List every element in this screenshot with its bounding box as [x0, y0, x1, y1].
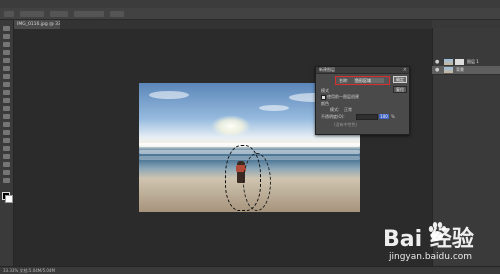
option-control[interactable] — [50, 10, 68, 17]
path-select-tool-icon[interactable] — [3, 154, 10, 159]
type-tool-icon[interactable] — [3, 146, 10, 151]
brush-tool-icon[interactable] — [3, 82, 10, 87]
cloud — [149, 91, 189, 99]
neutral-color-label: (没有中性色) — [334, 122, 358, 127]
selection-marquee[interactable] — [243, 153, 271, 211]
opacity-input[interactable]: 100 — [379, 114, 389, 119]
background-color-swatch[interactable] — [5, 195, 13, 203]
healing-tool-icon[interactable] — [3, 74, 10, 79]
hand-tool-icon[interactable] — [3, 170, 10, 175]
watermark-url: jingyan.baidu.com — [389, 252, 473, 262]
checkbox-label: 使用前一图层创建 — [327, 94, 359, 99]
quick-select-tool-icon[interactable] — [3, 50, 10, 55]
eye-icon[interactable]: ● — [435, 59, 439, 65]
document-tab[interactable]: IMG_0116.jpg @ 33.3%(RGB/8) — [14, 20, 60, 29]
dialog-titlebar[interactable]: 新建图层 × — [316, 67, 409, 74]
mode-label: 模式: — [330, 107, 340, 112]
layer-row[interactable]: ● 背景 — [432, 66, 500, 75]
opacity-label: 不透明度(O): — [321, 114, 345, 119]
close-icon[interactable]: × — [403, 67, 407, 73]
marquee-tool-icon[interactable] — [3, 34, 10, 39]
mode-select[interactable]: 正常 — [344, 107, 352, 113]
paw-logo-icon — [428, 222, 447, 241]
name-field-highlight: 名称: 鱼形区域 — [335, 76, 390, 85]
new-layer-dialog: 新建图层 × 名称: 鱼形区域 确定 复位 模式 使用前一图层创建 颜色 模式:… — [315, 66, 410, 135]
section-label: 颜色 — [321, 101, 329, 106]
opacity-slider[interactable] — [356, 114, 378, 120]
name-label: 名称: — [339, 78, 349, 83]
reset-button[interactable]: 复位 — [393, 86, 407, 93]
clip-checkbox[interactable] — [321, 95, 326, 100]
move-tool-icon[interactable] — [3, 26, 10, 31]
lasso-tool-icon[interactable] — [3, 42, 10, 47]
eyedropper-tool-icon[interactable] — [3, 66, 10, 71]
layer-thumbnail — [444, 59, 453, 65]
dodge-tool-icon[interactable] — [3, 130, 10, 135]
opacity-unit: % — [391, 114, 395, 119]
options-bar[interactable] — [0, 8, 500, 20]
tool-preset-icon[interactable] — [4, 10, 14, 17]
eraser-tool-icon[interactable] — [3, 106, 10, 111]
layer-name[interactable]: 图层 1 — [467, 59, 479, 65]
history-brush-tool-icon[interactable] — [3, 98, 10, 103]
option-control[interactable] — [20, 10, 44, 17]
layer-mask-thumbnail — [455, 59, 464, 65]
ok-button[interactable]: 确定 — [393, 76, 407, 83]
baidu-watermark: Bai 经验 jingyan.baidu.com — [383, 219, 498, 269]
stamp-tool-icon[interactable] — [3, 90, 10, 95]
document-tab-bar: IMG_0116.jpg @ 33.3%(RGB/8) — [14, 20, 432, 29]
sun-glow — [211, 115, 251, 137]
layer-thumbnail — [444, 67, 453, 73]
dialog-title: 新建图层 — [319, 67, 335, 72]
option-control[interactable] — [110, 10, 124, 17]
option-control[interactable] — [74, 10, 104, 17]
zoom-tool-icon[interactable] — [3, 178, 10, 183]
cloud — [259, 105, 289, 111]
pen-tool-icon[interactable] — [3, 138, 10, 143]
eye-icon[interactable]: ● — [435, 67, 439, 73]
blur-tool-icon[interactable] — [3, 122, 10, 127]
name-input[interactable]: 鱼形区域 — [354, 78, 384, 83]
layer-name[interactable]: 背景 — [456, 67, 464, 73]
tools-panel — [0, 20, 14, 266]
shape-tool-icon[interactable] — [3, 162, 10, 167]
crop-tool-icon[interactable] — [3, 58, 10, 63]
gradient-tool-icon[interactable] — [3, 114, 10, 119]
